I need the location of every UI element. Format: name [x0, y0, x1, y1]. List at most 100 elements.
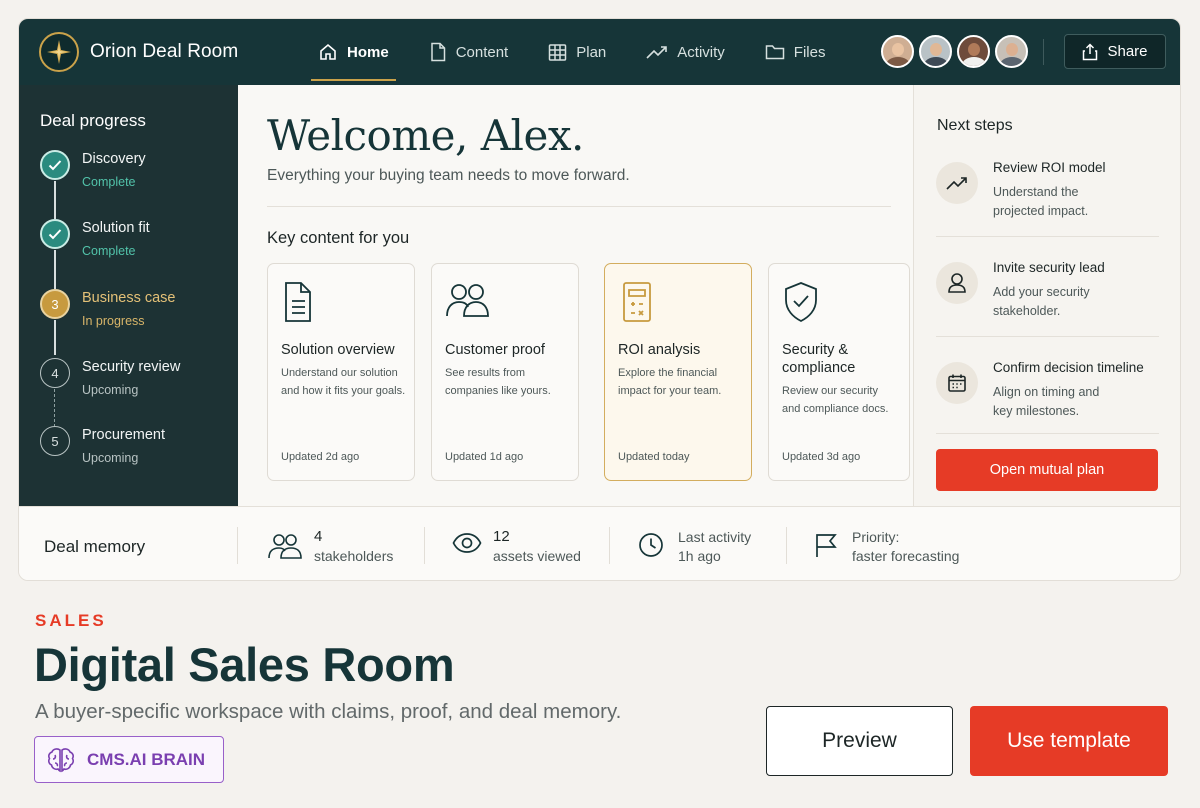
- card-customer-proof[interactable]: Customer proof See results from companie…: [431, 263, 579, 481]
- card-desc: and how it fits your goals.: [281, 385, 406, 397]
- check-icon: [40, 219, 70, 249]
- main-content: Welcome, Alex. Everything your buying te…: [238, 85, 913, 506]
- last-activity-stat: Last activity 1h ago: [638, 527, 788, 567]
- next-steps-title: Next steps: [937, 117, 1013, 134]
- badge-text: CMS.AI BRAIN: [87, 749, 206, 769]
- deal-progress-sidebar: Deal progress Discovery Complete Solutio…: [19, 85, 238, 506]
- card-desc: Understand our solution: [281, 367, 398, 379]
- avatar[interactable]: [957, 35, 990, 68]
- nav-files[interactable]: Files: [758, 19, 833, 85]
- stakeholders-count: 4: [314, 528, 323, 545]
- team-avatars: [881, 35, 1033, 68]
- top-bar: Orion Deal Room Home Content Plan Activi…: [19, 19, 1180, 85]
- sidebar-title: Deal progress: [40, 111, 146, 130]
- template-title: Digital Sales Room: [34, 638, 455, 691]
- avatar[interactable]: [995, 35, 1028, 68]
- assets-viewed-stat: 12 assets viewed: [452, 527, 602, 567]
- trend-icon: [936, 162, 978, 204]
- calculator-icon: [618, 280, 654, 329]
- step-label: Discovery: [82, 151, 146, 167]
- clock-icon: [639, 533, 663, 557]
- priority-value: faster forecasting: [852, 548, 960, 564]
- nav-home-label: Home: [347, 43, 389, 61]
- next-step-review-roi[interactable]: Review ROI model Understand the projecte…: [936, 155, 1160, 245]
- app-name: Orion Deal Room: [90, 41, 239, 62]
- next-steps-panel: Next steps Review ROI model Understand t…: [913, 85, 1180, 506]
- card-desc: and compliance docs.: [782, 403, 889, 415]
- divider: [609, 527, 610, 564]
- users-icon: [445, 280, 491, 325]
- nav-content-label: Content: [455, 43, 509, 61]
- step-business-case[interactable]: 3 Business case In progress: [40, 289, 230, 339]
- main-nav: Home Content Plan Activity Files: [311, 19, 858, 85]
- nav-home[interactable]: Home: [311, 19, 396, 85]
- card-title: Solution overview: [281, 342, 395, 358]
- avatar[interactable]: [919, 35, 952, 68]
- table-icon: [548, 43, 567, 61]
- step-number: 4: [40, 358, 70, 388]
- card-solution-overview[interactable]: Solution overview Understand our solutio…: [267, 263, 415, 481]
- cms-ai-brain-badge: CMS.AI BRAIN: [34, 736, 224, 783]
- shield-check-icon: [782, 280, 820, 329]
- divider: [936, 336, 1159, 337]
- step-label: Procurement: [82, 427, 166, 443]
- check-icon: [40, 150, 70, 180]
- brand[interactable]: Orion Deal Room: [39, 32, 238, 72]
- stakeholders-stat: 4 stakeholders: [268, 527, 418, 567]
- next-step-sub: Align on timing and: [993, 385, 1100, 399]
- avatar[interactable]: [881, 35, 914, 68]
- nav-activity[interactable]: Activity: [639, 19, 732, 85]
- folder-icon: [765, 45, 785, 60]
- next-step-confirm-timeline[interactable]: Confirm decision timeline Align on timin…: [936, 355, 1160, 445]
- next-step-sub: Understand the: [993, 185, 1079, 199]
- card-desc: See results from: [445, 367, 526, 379]
- last-activity-label: Last activity: [678, 529, 752, 545]
- card-roi-analysis[interactable]: ROI analysis Explore the financial impac…: [604, 263, 752, 481]
- step-procurement[interactable]: 5 Procurement Upcoming: [40, 426, 230, 476]
- next-step-title: Review ROI model: [993, 160, 1106, 175]
- assets-label: assets viewed: [493, 548, 581, 564]
- use-template-button[interactable]: Use template: [970, 706, 1168, 776]
- home-icon: [320, 43, 336, 60]
- users-icon: [268, 534, 302, 559]
- card-desc: Review our security: [782, 385, 878, 397]
- divider: [936, 236, 1159, 237]
- step-label: Solution fit: [82, 220, 150, 236]
- card-title: Security &: [782, 342, 849, 358]
- card-desc: companies like yours.: [445, 385, 551, 397]
- document-icon: [281, 280, 317, 329]
- category-label: SALES: [35, 611, 107, 630]
- open-mutual-plan-button[interactable]: Open mutual plan: [936, 449, 1158, 491]
- flag-icon: [816, 534, 837, 557]
- card-title: Customer proof: [445, 342, 545, 358]
- divider: [267, 206, 891, 207]
- next-step-invite-security[interactable]: Invite security lead Add your security s…: [936, 255, 1160, 345]
- document-icon: [430, 42, 445, 62]
- nav-content[interactable]: Content: [422, 19, 516, 85]
- card-title: compliance: [782, 360, 856, 376]
- brain-icon: [48, 747, 74, 772]
- next-step-title: Invite security lead: [993, 260, 1105, 275]
- assets-count: 12: [493, 528, 510, 545]
- share-label: Share: [1107, 43, 1148, 60]
- divider: [1043, 39, 1044, 65]
- divider: [786, 527, 787, 564]
- card-updated: Updated 1d ago: [445, 451, 524, 463]
- step-status: Complete: [82, 175, 136, 189]
- card-updated: Updated 2d ago: [281, 451, 360, 463]
- step-number: 5: [40, 426, 70, 456]
- nav-files-label: Files: [793, 43, 826, 61]
- divider: [424, 527, 425, 564]
- nav-plan[interactable]: Plan: [541, 19, 613, 85]
- step-discovery[interactable]: Discovery Complete: [40, 150, 230, 200]
- step-security-review[interactable]: 4 Security review Upcoming: [40, 358, 230, 408]
- step-label: Business case: [82, 290, 176, 306]
- deal-room-window: Orion Deal Room Home Content Plan Activi…: [18, 18, 1181, 581]
- step-status: Upcoming: [82, 451, 139, 465]
- preview-button[interactable]: Preview: [766, 706, 953, 776]
- card-security-compliance[interactable]: Security & compliance Review our securit…: [768, 263, 910, 481]
- card-desc: impact for your team.: [618, 385, 722, 397]
- share-button[interactable]: Share: [1064, 34, 1166, 69]
- priority-stat: Priority: faster forecasting: [814, 527, 994, 567]
- step-solution-fit[interactable]: Solution fit Complete: [40, 219, 230, 269]
